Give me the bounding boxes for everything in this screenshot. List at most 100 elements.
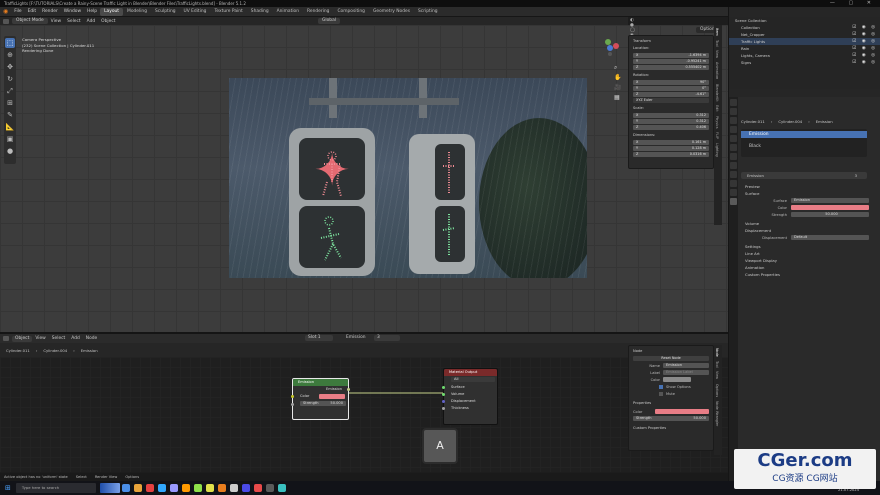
material-output-title[interactable]: Material Output bbox=[444, 369, 497, 376]
select-box-icon[interactable]: ⬚ bbox=[5, 38, 15, 48]
strength-socket-dot[interactable] bbox=[291, 403, 294, 406]
properties-subtitle[interactable]: Properties bbox=[633, 401, 709, 405]
scale-y-field[interactable]: Y 0.312 bbox=[633, 119, 709, 124]
material-slot[interactable]: Black bbox=[741, 143, 867, 150]
material-output-node[interactable]: Material Output All Surface Volume Displ… bbox=[442, 368, 498, 425]
rotation-x-field[interactable]: X 90° bbox=[633, 80, 709, 85]
material-slot[interactable]: Emission bbox=[741, 131, 867, 138]
file-explorer-icon[interactable] bbox=[133, 484, 142, 492]
task-view-icon[interactable] bbox=[121, 484, 130, 492]
app-icon[interactable] bbox=[265, 484, 274, 492]
color-swatch[interactable] bbox=[319, 394, 345, 399]
tab-scripting[interactable]: Scripting bbox=[414, 8, 442, 16]
surface-shader-field[interactable]: Emission bbox=[791, 198, 869, 203]
material-name-field[interactable]: Emission 3 bbox=[741, 172, 867, 179]
tab-animation[interactable]: Animation bbox=[273, 8, 303, 16]
app-icon[interactable] bbox=[253, 484, 262, 492]
scene-props-icon[interactable] bbox=[730, 135, 737, 142]
app-icon[interactable] bbox=[277, 484, 286, 492]
tab-flip[interactable]: FLIP bbox=[715, 132, 719, 139]
data-props-icon[interactable] bbox=[730, 189, 737, 196]
material-props-icon[interactable] bbox=[730, 198, 737, 205]
custom-props-subtitle[interactable]: Custom Properties bbox=[633, 426, 709, 430]
blender-task-icon[interactable] bbox=[217, 484, 226, 492]
app-icon[interactable] bbox=[205, 484, 214, 492]
output-socket-dot[interactable] bbox=[347, 388, 350, 391]
visibility-icons[interactable]: ☑ ◉ ◎ bbox=[852, 24, 877, 31]
menu-edit[interactable]: Edit bbox=[25, 7, 40, 17]
tab-shading[interactable]: Shading bbox=[247, 8, 273, 16]
outliner[interactable]: Scene Collection Collection ☑ ◉ ◎ Net_Cro… bbox=[729, 17, 880, 89]
menu-help[interactable]: Help bbox=[84, 7, 100, 17]
view-layer-props-icon[interactable] bbox=[730, 126, 737, 133]
dimensions-y-field[interactable]: Y 0.128 m bbox=[633, 146, 709, 151]
tab-sculpting[interactable]: Sculpting bbox=[151, 8, 180, 16]
tab-compositing[interactable]: Compositing bbox=[333, 8, 369, 16]
rotation-z-field[interactable]: Z -4.61° bbox=[633, 92, 709, 97]
tab-animation-sidebar[interactable]: Animation bbox=[715, 62, 719, 79]
location-y-field[interactable]: Y -0.95241 m bbox=[633, 59, 709, 64]
show-options-checkbox[interactable] bbox=[659, 384, 663, 389]
thickness-socket-dot[interactable] bbox=[442, 407, 445, 410]
outliner-row[interactable]: Lights, Camera ☑ ◉ ◎ bbox=[729, 52, 880, 59]
premiere-icon[interactable] bbox=[169, 484, 178, 492]
menu-window[interactable]: Window bbox=[61, 7, 84, 17]
section-preview[interactable]: Preview bbox=[739, 183, 879, 190]
emission-node[interactable]: Emission Emission Color Strength 50.000 bbox=[291, 378, 350, 420]
section-animation[interactable]: Animation bbox=[739, 264, 879, 271]
node-canvas[interactable] bbox=[0, 357, 728, 472]
editor-type-icon[interactable] bbox=[3, 18, 9, 24]
scale-icon[interactable]: ⤢ bbox=[5, 86, 15, 96]
section-volume[interactable]: Volume bbox=[739, 220, 879, 227]
visibility-icons[interactable]: ☑ ◉ ◎ bbox=[852, 52, 877, 59]
node-label-field[interactable]: Emission Label bbox=[663, 370, 709, 375]
node-editor-type-icon[interactable] bbox=[3, 336, 9, 341]
tab-node-tool[interactable]: Tool bbox=[715, 361, 719, 368]
vp-menu-view[interactable]: View bbox=[48, 19, 64, 24]
node-name-field[interactable]: Emission bbox=[663, 363, 709, 368]
tab-physics[interactable]: Physics bbox=[715, 116, 719, 129]
transform-icon[interactable]: ⊞ bbox=[5, 98, 15, 108]
rotation-mode-dropdown[interactable]: XYZ Euler bbox=[633, 98, 709, 103]
cursor-icon[interactable]: ⊕ bbox=[5, 50, 15, 60]
tab-modeling[interactable]: Modeling bbox=[123, 8, 151, 16]
volume-input[interactable]: Volume bbox=[442, 391, 497, 398]
visibility-icons[interactable]: ☑ ◉ ◎ bbox=[852, 59, 877, 66]
sphere-icon[interactable]: ● bbox=[5, 146, 15, 156]
add-cube-icon[interactable]: ▣ bbox=[5, 134, 15, 144]
menu-file[interactable]: File bbox=[11, 7, 24, 17]
tab-edit[interactable]: Edit bbox=[715, 105, 719, 112]
tab-layout[interactable]: Layout bbox=[100, 8, 124, 16]
node-menu-select[interactable]: Select bbox=[49, 336, 69, 341]
tab-uv-editing[interactable]: UV Editing bbox=[180, 8, 211, 16]
show-options-row[interactable]: Show Options bbox=[629, 383, 713, 390]
section-custom-properties[interactable]: Custom Properties bbox=[739, 271, 879, 278]
thickness-input[interactable]: Thickness bbox=[442, 405, 497, 412]
illustrator-icon[interactable] bbox=[181, 484, 190, 492]
scale-z-field[interactable]: Z 0.406 bbox=[633, 125, 709, 130]
displacement-socket-dot[interactable] bbox=[442, 400, 445, 403]
output-props-icon[interactable] bbox=[730, 117, 737, 124]
mode-dropdown[interactable]: Object Mode bbox=[12, 18, 48, 24]
move-icon[interactable]: ✥ bbox=[5, 62, 15, 72]
tab-item[interactable]: Item bbox=[715, 28, 719, 36]
node-menu-add[interactable]: Add bbox=[68, 336, 83, 341]
node-menu-node[interactable]: Node bbox=[83, 336, 100, 341]
window-controls[interactable]: — ▢ ✕ bbox=[830, 0, 877, 7]
prop-color-swatch[interactable] bbox=[655, 409, 709, 414]
node-menu-view[interactable]: View bbox=[32, 336, 48, 341]
measure-icon[interactable]: 📐 bbox=[5, 122, 15, 132]
constraint-props-icon[interactable] bbox=[730, 180, 737, 187]
rotation-y-field[interactable]: Y 0° bbox=[633, 86, 709, 91]
chrome-icon[interactable] bbox=[145, 484, 154, 492]
render-props-icon[interactable] bbox=[730, 108, 737, 115]
location-x-field[interactable]: X -1.6394 m bbox=[633, 53, 709, 58]
outliner-row[interactable]: Rain ☑ ◉ ◎ bbox=[729, 45, 880, 52]
photoshop-icon[interactable] bbox=[157, 484, 166, 492]
vp-menu-add[interactable]: Add bbox=[84, 19, 99, 24]
tab-texture-paint[interactable]: Texture Paint bbox=[210, 8, 246, 16]
emission-output-socket[interactable]: Emission bbox=[293, 386, 350, 393]
mute-row[interactable]: Mute bbox=[629, 390, 713, 397]
app-icon[interactable] bbox=[241, 484, 250, 492]
strength-field[interactable]: Strength 50.000 bbox=[300, 401, 346, 406]
